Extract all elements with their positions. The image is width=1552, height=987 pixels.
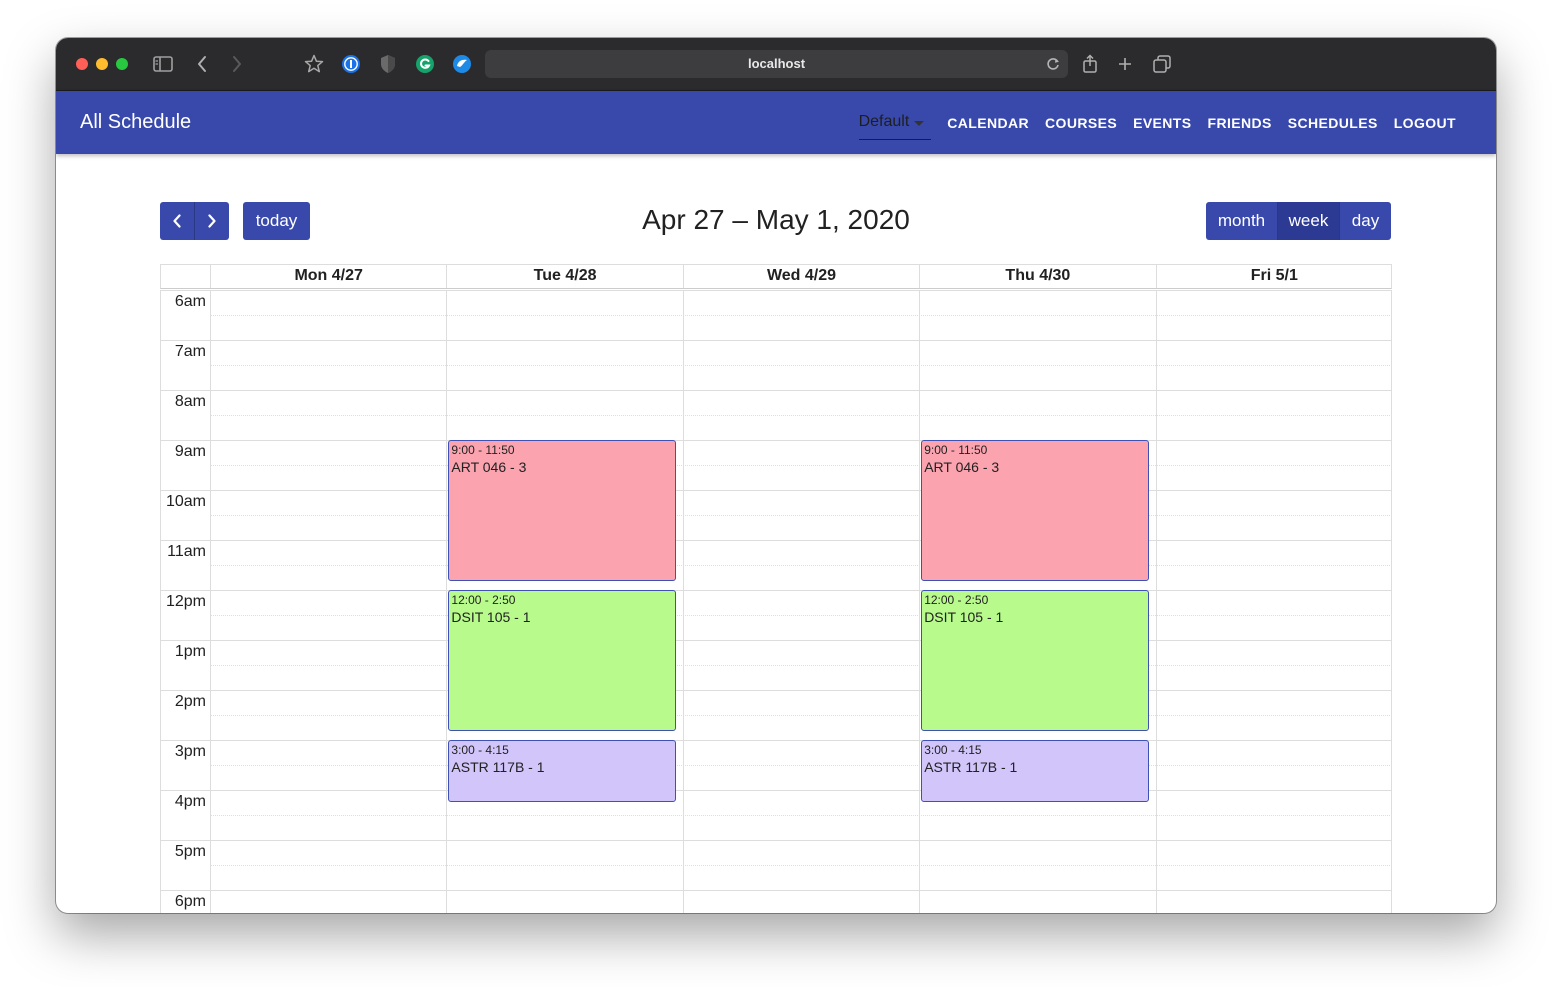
main-nav: Default CALENDAR COURSES EVENTS FRIENDS … bbox=[858, 91, 1464, 154]
nav-friends[interactable]: FRIENDS bbox=[1200, 115, 1280, 131]
nav-schedules[interactable]: SCHEDULES bbox=[1280, 115, 1386, 131]
address-bar-url: localhost bbox=[747, 56, 806, 71]
event-title: DSIT 105 - 1 bbox=[451, 609, 531, 625]
day-header: Tue 4/28 bbox=[446, 264, 682, 288]
share-icon[interactable] bbox=[1078, 52, 1102, 76]
view-month-button[interactable]: month bbox=[1206, 202, 1277, 240]
time-label: 10am bbox=[165, 493, 206, 510]
view-day-button[interactable]: day bbox=[1340, 202, 1391, 240]
sidebar-icon[interactable] bbox=[151, 52, 175, 76]
forward-icon[interactable] bbox=[225, 52, 249, 76]
time-label: 2pm bbox=[174, 693, 206, 710]
app-title[interactable]: All Schedule bbox=[80, 111, 191, 134]
calendar-event[interactable]: 3:00 - 4:15 ASTR 117B - 1 bbox=[448, 740, 676, 802]
event-title: ART 046 - 3 bbox=[924, 459, 1000, 475]
time-label: 5pm bbox=[174, 843, 206, 860]
event-title: ASTR 117B - 1 bbox=[451, 759, 545, 775]
nav-logout[interactable]: LOGOUT bbox=[1386, 115, 1464, 131]
view-switcher: month week day bbox=[1206, 202, 1391, 240]
event-title: ART 046 - 3 bbox=[451, 459, 527, 475]
nav-calendar[interactable]: CALENDAR bbox=[939, 115, 1037, 131]
time-label: 6am bbox=[174, 293, 206, 310]
event-time: 12:00 - 2:50 bbox=[924, 593, 989, 607]
time-label: 3pm bbox=[174, 743, 206, 760]
minimize-window-button[interactable] bbox=[96, 58, 108, 70]
back-icon[interactable] bbox=[190, 52, 214, 76]
time-label: 11am bbox=[167, 543, 206, 560]
tabs-icon[interactable] bbox=[1150, 52, 1174, 76]
grammarly-icon[interactable] bbox=[413, 52, 437, 76]
time-label: 4pm bbox=[174, 793, 206, 810]
close-window-button[interactable] bbox=[76, 58, 88, 70]
new-tab-icon[interactable] bbox=[1113, 52, 1137, 76]
event-title: ASTR 117B - 1 bbox=[924, 759, 1018, 775]
browser-toolbar: localhost bbox=[56, 38, 1496, 91]
star-icon[interactable] bbox=[302, 52, 326, 76]
password-manager-icon[interactable] bbox=[339, 52, 363, 76]
event-time: 3:00 - 4:15 bbox=[451, 743, 509, 757]
calendar-event[interactable]: 3:00 - 4:15 ASTR 117B - 1 bbox=[921, 740, 1149, 802]
day-header: Wed 4/29 bbox=[682, 264, 919, 288]
time-label: 7am bbox=[174, 343, 206, 360]
event-time: 12:00 - 2:50 bbox=[451, 593, 516, 607]
time-grid: 6am 7am 8am 9am 10am 11am 12pm 1pm 2pm 3pm 4pm 5pm 6… bbox=[160, 290, 1392, 913]
calendar-event[interactable]: 12:00 - 2:50 DSIT 105 - 1 bbox=[921, 590, 1149, 731]
week-grid: Mon 4/27 Tue 4/28 Wed 4/29 Thu 4/30 Fri 5/1 … bbox=[160, 264, 1392, 913]
chevron-down-icon bbox=[914, 120, 925, 126]
zoom-window-button[interactable] bbox=[116, 58, 128, 70]
shield-icon[interactable] bbox=[376, 52, 400, 76]
extension-icon[interactable] bbox=[450, 52, 474, 76]
schedule-select[interactable]: Default bbox=[858, 106, 932, 140]
day-header: Mon 4/27 bbox=[210, 264, 446, 288]
time-label: 6pm bbox=[174, 893, 206, 910]
time-label: 12pm bbox=[165, 593, 206, 610]
calendar-event[interactable]: 9:00 - 11:50 ART 046 - 3 bbox=[921, 440, 1149, 581]
time-label: 9am bbox=[174, 443, 206, 460]
calendar-event[interactable]: 9:00 - 11:50 ART 046 - 3 bbox=[448, 440, 676, 581]
reload-icon[interactable] bbox=[1044, 55, 1062, 73]
nav-events[interactable]: EVENTS bbox=[1125, 115, 1199, 131]
event-time: 3:00 - 4:15 bbox=[924, 743, 982, 757]
event-title: DSIT 105 - 1 bbox=[924, 609, 1004, 625]
browser-window: localhost All Schedule Default CALENDAR … bbox=[56, 38, 1496, 913]
event-time: 9:00 - 11:50 bbox=[451, 443, 515, 457]
time-label: 1pm bbox=[174, 643, 206, 660]
schedule-select-value: Default bbox=[858, 113, 910, 130]
view-week-button[interactable]: week bbox=[1278, 202, 1339, 240]
address-bar[interactable]: localhost bbox=[485, 50, 1068, 78]
nav-courses[interactable]: COURSES bbox=[1037, 115, 1125, 131]
time-label: 8am bbox=[174, 393, 206, 410]
day-header: Fri 5/1 bbox=[1155, 264, 1392, 288]
calendar-event[interactable]: 12:00 - 2:50 DSIT 105 - 1 bbox=[448, 590, 676, 731]
day-header: Thu 4/30 bbox=[919, 264, 1155, 288]
app-bar: All Schedule Default CALENDAR COURSES EV… bbox=[56, 91, 1496, 154]
event-time: 9:00 - 11:50 bbox=[924, 443, 988, 457]
